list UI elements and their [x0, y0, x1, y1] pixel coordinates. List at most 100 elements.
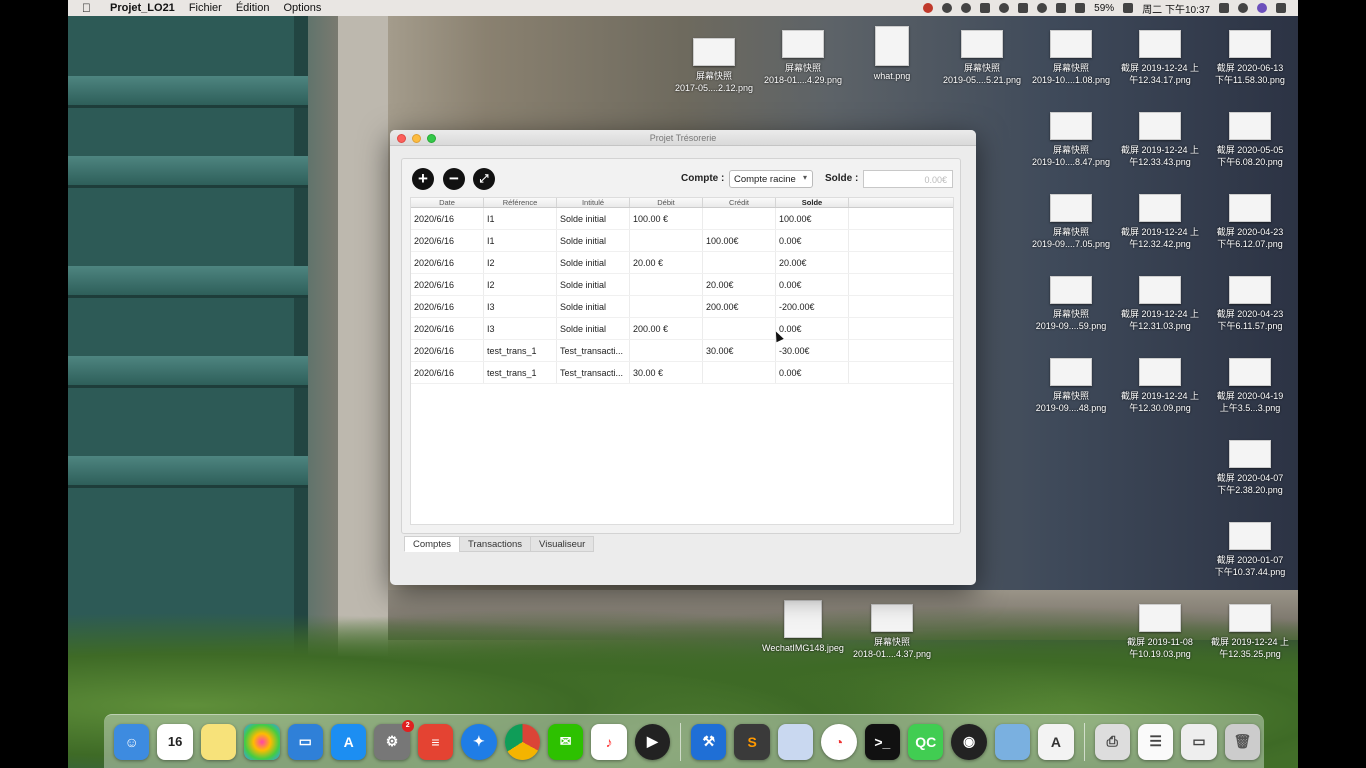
desktop-file-icon[interactable]: 屏幕快照 2019-05....5.21.png: [934, 30, 1030, 86]
cell-solde[interactable]: -30.00€: [776, 340, 849, 361]
edit-account-button[interactable]: ⤢: [473, 168, 495, 190]
cell-reference[interactable]: I1: [484, 230, 557, 251]
column-header-reference[interactable]: Référence: [484, 198, 557, 207]
table-row[interactable]: 2020/6/16 I3 Solde initial 200.00 € 0.00€: [411, 318, 953, 340]
table-row[interactable]: 2020/6/16 I3 Solde initial 200.00€ -200.00€: [411, 296, 953, 318]
notes-icon[interactable]: [200, 723, 237, 760]
wechat-tray-icon[interactable]: [961, 3, 972, 13]
printer-icon[interactable]: ⎙: [1094, 723, 1130, 760]
cell-debit[interactable]: 30.00 €: [630, 362, 703, 383]
column-header-solde[interactable]: Solde: [776, 198, 849, 207]
desktop-file-icon[interactable]: WechatIMG148.jpeg: [755, 600, 851, 654]
terminal-icon[interactable]: >_: [864, 723, 901, 760]
cell-debit[interactable]: [630, 274, 703, 295]
tab-transactions[interactable]: Transactions: [459, 536, 532, 552]
desktop-file-icon[interactable]: 截屏 2020-04-23 下午6.11.57.png: [1202, 276, 1298, 332]
window-titlebar[interactable]: Projet Trésorerie: [390, 130, 976, 146]
cell-date[interactable]: 2020/6/16: [411, 362, 484, 383]
cell-credit[interactable]: 30.00€: [703, 340, 776, 361]
todoist-icon[interactable]: ≡: [417, 723, 454, 760]
trash-icon[interactable]: 🗑: [1224, 723, 1261, 760]
cell-reference[interactable]: I2: [484, 252, 557, 273]
vpn-icon[interactable]: [980, 3, 991, 13]
activity-icon[interactable]: ◔: [821, 723, 857, 760]
music-icon[interactable]: ♪: [591, 723, 627, 760]
app-store-icon[interactable]: A: [330, 723, 367, 760]
transactions-table[interactable]: Date Référence Intitulé Débit Crédit Sol…: [410, 197, 954, 525]
cell-intitule[interactable]: Solde initial: [557, 318, 630, 339]
cell-date[interactable]: 2020/6/16: [411, 340, 484, 361]
cell-intitule[interactable]: Test_transacti...: [557, 340, 630, 361]
cell-solde[interactable]: 0.00€: [776, 230, 849, 251]
desktop-file-icon[interactable]: 截屏 2019-12-24 上 午12.32.42.png: [1112, 194, 1208, 250]
cell-reference[interactable]: I3: [484, 318, 557, 339]
cell-credit[interactable]: 20.00€: [703, 274, 776, 295]
cell-credit[interactable]: [703, 208, 776, 229]
desktop-file-icon[interactable]: what.png: [844, 26, 940, 82]
cell-solde[interactable]: 100.00€: [776, 208, 849, 229]
cell-debit[interactable]: 100.00 €: [630, 208, 703, 229]
cell-solde[interactable]: -200.00€: [776, 296, 849, 317]
desktop-file-icon[interactable]: 截屏 2019-12-24 上 午12.34.17.png: [1112, 30, 1208, 86]
obs-icon[interactable]: ◉: [951, 723, 987, 760]
cell-credit[interactable]: 200.00€: [703, 296, 776, 317]
record-icon[interactable]: [923, 3, 934, 13]
photos-icon[interactable]: [244, 723, 280, 760]
column-header-debit[interactable]: Débit: [630, 198, 703, 207]
table-row[interactable]: 2020/6/16 test_trans_1 Test_transacti... 30…: [411, 340, 953, 362]
desktop-file-icon[interactable]: 屏幕快照 2019-09....59.png: [1023, 276, 1119, 332]
battery-percent[interactable]: 59%: [1094, 3, 1114, 14]
system-preferences-icon[interactable]: ⚙ 2: [374, 719, 414, 760]
cell-credit[interactable]: [703, 252, 776, 273]
menu-options[interactable]: Options: [283, 2, 321, 14]
battery-icon[interactable]: [1123, 3, 1134, 13]
desktop-file-icon[interactable]: 截屏 2020-04-23 下午6.12.07.png: [1202, 194, 1298, 250]
cell-date[interactable]: 2020/6/16: [411, 296, 484, 317]
zoom-window-icon[interactable]: [427, 134, 436, 143]
textedit-icon[interactable]: A: [1038, 723, 1074, 760]
spotlight-icon[interactable]: [1238, 3, 1248, 13]
table-row[interactable]: 2020/6/16 I1 Solde initial 100.00€ 0.00€: [411, 230, 953, 252]
cell-intitule[interactable]: Solde initial: [557, 208, 630, 229]
quicktime-icon[interactable]: ▶: [634, 723, 671, 760]
table-row[interactable]: 2020/6/16 I2 Solde initial 20.00 € 20.00€: [411, 252, 953, 274]
column-header-credit[interactable]: Crédit: [703, 198, 776, 207]
cell-intitule[interactable]: Solde initial: [557, 230, 630, 251]
remove-account-button[interactable]: −: [443, 168, 465, 190]
cell-debit[interactable]: 200.00 €: [630, 318, 703, 339]
desktop-file-icon[interactable]: 截屏 2019-12-24 上 午12.35.25.png: [1202, 604, 1298, 660]
cell-intitule[interactable]: Solde initial: [557, 252, 630, 273]
search-tray-icon[interactable]: [942, 3, 953, 13]
cell-debit[interactable]: 20.00 €: [630, 252, 703, 273]
menu-app-name[interactable]: Projet_LO21: [110, 2, 175, 14]
desktop-file-icon[interactable]: 屏幕快照 2019-09....48.png: [1023, 358, 1119, 414]
siri-icon[interactable]: [1257, 3, 1267, 13]
time-machine-icon[interactable]: [999, 3, 1010, 13]
cell-credit[interactable]: [703, 362, 776, 383]
cell-solde[interactable]: 0.00€: [776, 318, 849, 339]
desktop-file-icon[interactable]: 屏幕快照 2019-09....7.05.png: [1023, 194, 1119, 250]
table-row[interactable]: 2020/6/16 I1 Solde initial 100.00 € 100.00€: [411, 208, 953, 230]
table-row[interactable]: 2020/6/16 test_trans_1 Test_transacti... 30…: [411, 362, 953, 384]
chrome-icon[interactable]: [504, 723, 540, 760]
cell-reference[interactable]: I3: [484, 296, 557, 317]
minimize-window-icon[interactable]: [412, 134, 421, 143]
bluetooth-icon[interactable]: [1018, 3, 1029, 13]
safari-icon[interactable]: ✦: [461, 723, 497, 760]
cell-reference[interactable]: test_trans_1: [484, 362, 557, 383]
desktop-file-icon[interactable]: 截屏 2020-06-13 下午11.58.30.png: [1202, 30, 1298, 86]
cell-reference[interactable]: I2: [484, 274, 557, 295]
desktop-file-icon[interactable]: 截屏 2020-05-05 下午6.08.20.png: [1202, 112, 1298, 168]
desktop-file-icon[interactable]: 截屏 2020-04-19 上午3.5...3.png: [1202, 358, 1298, 414]
image-capture-icon[interactable]: [994, 723, 1031, 760]
desktop-file-icon[interactable]: 屏幕快照 2019-10....1.08.png: [1023, 30, 1119, 86]
tab-visualiseur[interactable]: Visualiseur: [530, 536, 595, 552]
cell-reference[interactable]: I1: [484, 208, 557, 229]
close-window-icon[interactable]: [397, 134, 406, 143]
screen-icon[interactable]: ▭: [1181, 723, 1217, 760]
desktop-file-icon[interactable]: 屏幕快照 2017-05....2.12.png: [666, 38, 762, 94]
cell-intitule[interactable]: Test_transacti...: [557, 362, 630, 383]
solde-field[interactable]: 0.00€: [863, 170, 953, 188]
notification-center-icon[interactable]: [1276, 3, 1286, 13]
cell-debit[interactable]: [630, 296, 703, 317]
